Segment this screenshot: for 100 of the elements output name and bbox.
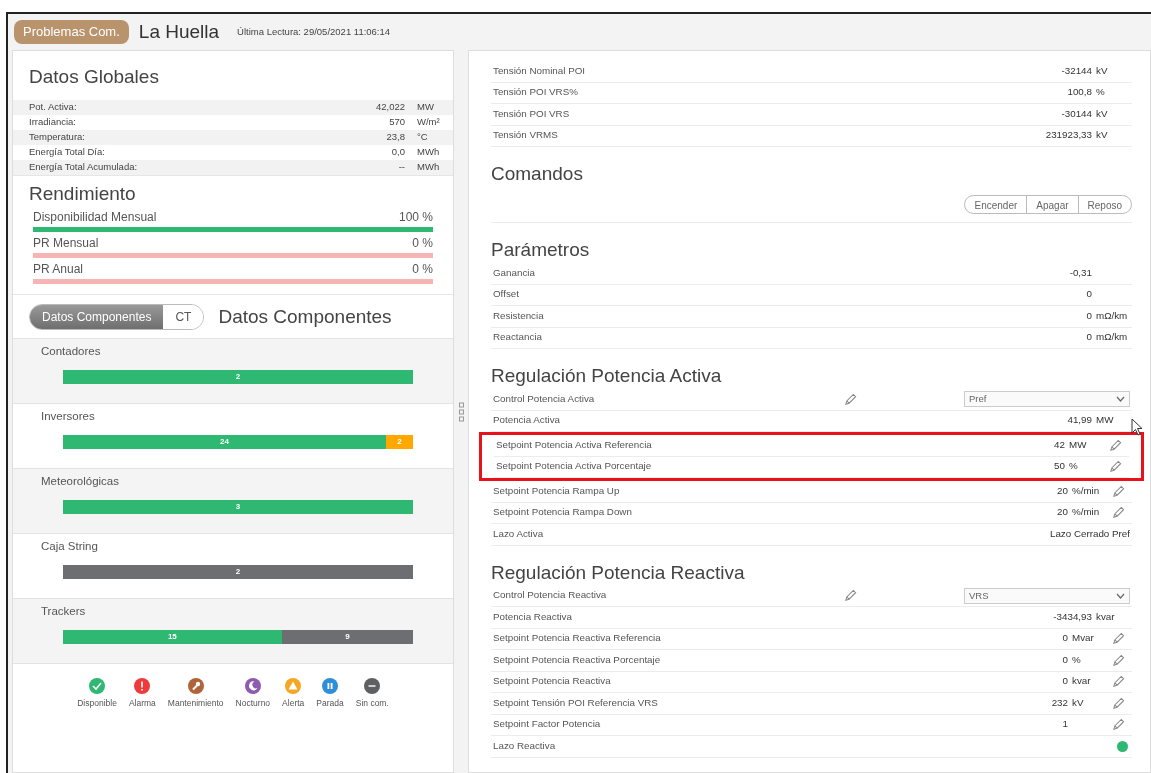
field-label: Setpoint Potencia Reactiva (493, 674, 612, 689)
legend-label: Parada (316, 696, 344, 710)
edit-icon[interactable] (1111, 718, 1125, 732)
group-label: Meteorológicas (41, 473, 120, 489)
last-reading-text: Última Lectura: 29/05/2021 11:06:14 (237, 24, 391, 39)
data-label: Temperatura: (29, 129, 86, 144)
unit-label: MWh (416, 159, 441, 174)
field-label: Setpoint Factor Potencia (493, 717, 602, 732)
unit-label: mΩ/km (1095, 308, 1129, 323)
unit-label: %/min (1071, 483, 1101, 498)
edit-icon[interactable] (844, 392, 857, 406)
unit-label: % (1068, 459, 1079, 474)
unit-label: °C (416, 129, 429, 144)
edit-icon[interactable] (1111, 653, 1125, 667)
data-label: Energía Total Día: (29, 144, 106, 159)
cursor-icon (1131, 418, 1143, 436)
group-label: Contadores (41, 343, 102, 359)
section-title: Rendimiento (13, 174, 453, 208)
status-badge: Problemas Com. (14, 20, 129, 44)
section-title: Parámetros (491, 238, 591, 262)
edit-icon[interactable] (1111, 696, 1125, 710)
field-value: 0 (1086, 287, 1092, 302)
dropdown-field[interactable]: Pref (964, 391, 1130, 408)
unit-label: mΩ/km (1095, 330, 1129, 345)
field-value: -0,31 (1069, 265, 1092, 280)
field-value: Lazo Cerrado Pref (1049, 526, 1130, 541)
tab[interactable]: Datos Componentes (30, 305, 164, 330)
bar-segment: 2 (63, 564, 413, 579)
data-value: 42,022 (374, 99, 405, 114)
field-label: Reactancia (493, 330, 543, 345)
metric-value: 0 % (412, 261, 433, 278)
bar-segment: 2 (386, 434, 413, 449)
field-value: 231923,33 (1045, 128, 1092, 143)
field-value: 41,99 (1067, 413, 1092, 428)
edit-icon[interactable] (1111, 675, 1125, 689)
unit-label: MW (1095, 413, 1115, 428)
chevron-icon[interactable] (1116, 396, 1125, 403)
field-label: Setpoint Potencia Rampa Up (493, 483, 621, 498)
field-label: Ganancia (493, 265, 536, 280)
command-button[interactable]: Reposo (1077, 195, 1132, 214)
field-value: 50 (1054, 459, 1065, 474)
data-value: 570 (388, 114, 405, 129)
field-value: -32144 (1061, 63, 1092, 78)
group-label: Inversores (41, 408, 96, 424)
field-label: Setpoint Potencia Reactiva Porcentaje (493, 652, 662, 667)
field-value: 0 (1062, 631, 1068, 646)
field-value: -30144 (1061, 106, 1092, 121)
legend-label: Alarma (128, 696, 156, 710)
section-title: Datos Componentes (218, 305, 392, 329)
data-label: Pot. Activa: (29, 99, 78, 114)
data-label: Energía Total Acumulada: (29, 159, 139, 174)
legend-label: Sin com. (355, 696, 389, 710)
field-value: 1 (1062, 717, 1068, 732)
legend-label: Nocturno (235, 696, 271, 710)
field-value: 20 (1057, 483, 1068, 498)
unit-label: % (1071, 652, 1082, 667)
field-label: Lazo Reactiva (493, 738, 557, 753)
field-value: 100,8 (1067, 85, 1092, 100)
field-label: Setpoint Potencia Reactiva Referencia (493, 631, 662, 646)
field-value: 42 (1054, 437, 1065, 452)
unit-label: kV (1095, 106, 1109, 121)
data-value: 0,0 (390, 144, 405, 159)
edit-icon[interactable] (844, 589, 857, 603)
chevron-icon[interactable] (1116, 592, 1125, 599)
bar-segment: 15 (63, 629, 282, 644)
bar-segment: 2 (63, 369, 413, 384)
command-button[interactable]: Apagar (1026, 195, 1079, 214)
bar-segment: 3 (63, 499, 413, 514)
edit-icon[interactable] (1108, 438, 1122, 452)
group-label: Caja String (41, 538, 99, 554)
section-title: Datos Globales (28, 65, 160, 89)
field-value: 20 (1057, 505, 1068, 520)
section-title: Comandos (491, 162, 584, 186)
unit-label: kV (1071, 695, 1085, 710)
field-value: 232 (1051, 695, 1068, 710)
field-label: Potencia Activa (493, 413, 561, 428)
splitter-handle-icon[interactable] (458, 401, 464, 422)
command-button[interactable]: Encender (964, 195, 1028, 214)
edit-icon[interactable] (1111, 484, 1125, 498)
section-title: Regulación Potencia Reactiva (491, 560, 746, 585)
legend-label: Disponible (77, 696, 117, 710)
unit-label: MW (416, 99, 435, 114)
bar-segment: 24 (63, 434, 387, 449)
group-label: Trackers (41, 603, 87, 619)
field-label: Offset (493, 287, 520, 302)
unit-label: kvar (1071, 674, 1092, 689)
edit-icon[interactable] (1111, 506, 1125, 520)
field-label: Setpoint Potencia Activa Referencia (496, 437, 653, 452)
metric-label: PR Anual (33, 261, 84, 278)
field-value: 0 (1062, 674, 1068, 689)
plant-title: La Huella (138, 19, 220, 44)
edit-icon[interactable] (1108, 460, 1122, 474)
edit-icon[interactable] (1111, 632, 1125, 646)
unit-label: kvar (1095, 609, 1116, 624)
field-label: Setpoint Potencia Rampa Down (493, 505, 633, 520)
legend-label: Mantenimiento (167, 696, 224, 710)
field-label: Setpoint Tensión POI Referencia VRS (493, 695, 659, 710)
dropdown-field[interactable]: VRS (964, 587, 1130, 604)
unit-label: %/min (1071, 505, 1101, 520)
unit-label: kV (1095, 128, 1109, 143)
